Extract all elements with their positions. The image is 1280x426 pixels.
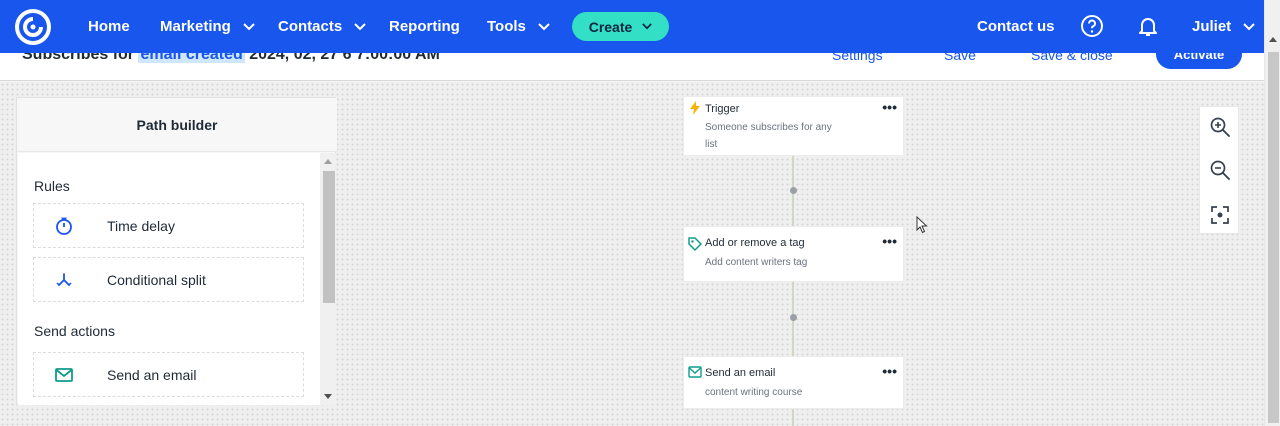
path-builder-list: Rules Time delay Conditional split Send … bbox=[18, 153, 320, 405]
nav-tools-label: Tools bbox=[487, 18, 526, 35]
conditional-split-tile[interactable]: Conditional split bbox=[33, 257, 304, 302]
time-delay-tile[interactable]: Time delay bbox=[33, 203, 304, 248]
create-button[interactable]: Create bbox=[572, 12, 669, 41]
create-button-label: Create bbox=[588, 18, 633, 35]
top-navigation-bar: Home Marketing Contacts Reporting Tools … bbox=[0, 0, 1264, 53]
zoom-controls bbox=[1199, 106, 1239, 234]
nav-reporting[interactable]: Reporting bbox=[389, 0, 460, 53]
node-title: Send an email bbox=[705, 367, 776, 379]
title-suffix: 2024, 02, 27 6 7:00:00 AM bbox=[244, 53, 440, 63]
title-highlight: email created bbox=[138, 53, 245, 63]
activate-button-label: Activate bbox=[1173, 53, 1225, 62]
nav-tools[interactable]: Tools bbox=[487, 0, 550, 53]
lightning-icon bbox=[690, 101, 700, 115]
scroll-down-arrow[interactable] bbox=[324, 394, 332, 399]
chevron-down-icon bbox=[538, 22, 550, 30]
nav-contacts[interactable]: Contacts bbox=[278, 0, 366, 53]
nav-marketing[interactable]: Marketing bbox=[160, 0, 255, 53]
page-scroll-up-arrow[interactable] bbox=[1269, 37, 1277, 42]
envelope-icon bbox=[55, 368, 73, 382]
contact-us-link[interactable]: Contact us bbox=[977, 0, 1055, 53]
scroll-thumb[interactable] bbox=[323, 171, 335, 303]
chevron-down-icon bbox=[354, 22, 366, 30]
nav-contacts-label: Contacts bbox=[278, 18, 343, 35]
trigger-node[interactable]: Trigger ••• Someone subscribes for any l… bbox=[683, 96, 904, 156]
node-menu-icon[interactable]: ••• bbox=[882, 234, 897, 248]
tag-action-node[interactable]: Add or remove a tag ••• Add content writ… bbox=[683, 226, 904, 282]
user-name: Juliet bbox=[1192, 18, 1232, 35]
send-email-tile[interactable]: Send an email bbox=[33, 352, 304, 397]
flow-add-dot[interactable] bbox=[790, 187, 797, 194]
mouse-cursor-icon bbox=[916, 216, 928, 234]
node-menu-icon[interactable]: ••• bbox=[882, 100, 897, 114]
path-builder-panel: Path builder Rules Time delay Conditiona… bbox=[16, 97, 337, 405]
activate-button[interactable]: Activate bbox=[1156, 53, 1242, 69]
node-description: content writing course bbox=[705, 387, 803, 398]
flow-connector bbox=[792, 409, 794, 426]
rules-heading: Rules bbox=[34, 178, 70, 194]
node-title: Trigger bbox=[705, 103, 740, 115]
node-description: Someone subscribes for any list bbox=[705, 122, 832, 150]
send-actions-heading: Send actions bbox=[34, 323, 115, 339]
title-prefix: Subscribes for bbox=[22, 53, 139, 63]
page-scrollbar[interactable] bbox=[1264, 0, 1280, 426]
path-builder-title: Path builder bbox=[17, 98, 337, 152]
node-title: Add or remove a tag bbox=[705, 237, 805, 249]
zoom-out-icon[interactable] bbox=[1209, 159, 1231, 181]
tile-label: Time delay bbox=[107, 217, 175, 234]
contact-us-label: Contact us bbox=[977, 18, 1055, 35]
automation-title: Subscribes for email created 2024, 02, 2… bbox=[22, 53, 440, 64]
scroll-up-arrow[interactable] bbox=[324, 159, 332, 164]
constant-contact-logo-icon[interactable] bbox=[14, 8, 52, 46]
settings-link[interactable]: Settings bbox=[832, 53, 883, 63]
tile-label: Conditional split bbox=[107, 271, 206, 288]
chevron-down-icon bbox=[642, 23, 653, 30]
chevron-down-icon bbox=[1243, 22, 1255, 30]
tag-icon bbox=[688, 237, 702, 251]
send-email-node[interactable]: Send an email ••• content writing course bbox=[683, 356, 904, 409]
envelope-icon bbox=[688, 366, 702, 378]
user-menu[interactable]: Juliet bbox=[1192, 0, 1255, 53]
nav-reporting-label: Reporting bbox=[389, 18, 460, 35]
fit-to-screen-icon[interactable] bbox=[1209, 204, 1231, 226]
chevron-down-icon bbox=[243, 22, 255, 30]
tile-label: Send an email bbox=[107, 366, 197, 383]
path-builder-scrollbar[interactable] bbox=[320, 153, 336, 405]
split-icon bbox=[56, 273, 72, 287]
node-menu-icon[interactable]: ••• bbox=[882, 364, 897, 378]
nav-home-label: Home bbox=[88, 18, 130, 35]
node-description: Add content writers tag bbox=[705, 257, 808, 268]
page-scroll-thumb[interactable] bbox=[1268, 52, 1279, 423]
stopwatch-icon bbox=[56, 217, 72, 235]
nav-marketing-label: Marketing bbox=[160, 18, 231, 35]
editor-subheader: Subscribes for email created 2024, 02, 2… bbox=[0, 53, 1264, 81]
zoom-in-icon[interactable] bbox=[1209, 116, 1231, 138]
save-link[interactable]: Save bbox=[944, 53, 976, 63]
save-close-link[interactable]: Save & close bbox=[1031, 53, 1113, 63]
help-icon[interactable] bbox=[1080, 14, 1104, 38]
flow-add-dot[interactable] bbox=[790, 314, 797, 321]
bell-icon[interactable] bbox=[1136, 14, 1160, 38]
nav-home[interactable]: Home bbox=[88, 0, 130, 53]
